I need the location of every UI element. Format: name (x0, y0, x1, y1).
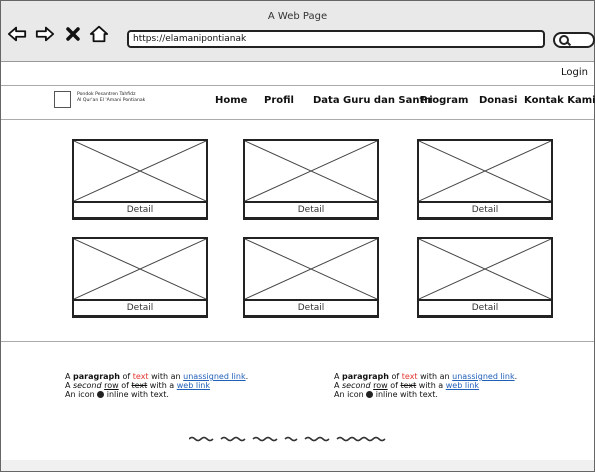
detail-button[interactable]: Detail (243, 299, 379, 318)
image-placeholder-icon (74, 141, 206, 201)
browser-window: A Web Page https://elamanipontianak Logi… (0, 0, 595, 472)
detail-button[interactable]: Detail (417, 299, 553, 318)
image-placeholder-icon (419, 141, 551, 201)
browser-toolbar: A Web Page https://elamanipontianak (1, 1, 595, 62)
home-icon[interactable] (89, 25, 109, 43)
brand-line-2: Al Qur'an El 'Amani Pontianak (77, 98, 146, 103)
footer-paragraph-right: A paragraph of text with an unassigned l… (334, 372, 517, 399)
image-placeholder (72, 237, 208, 301)
card: Detail (417, 139, 553, 220)
forward-arrow-icon[interactable] (35, 25, 55, 43)
unassigned-link[interactable]: unassigned link (452, 372, 514, 381)
card: Detail (243, 139, 379, 220)
paragraph-line-1: A paragraph of text with an unassigned l… (65, 372, 249, 381)
card: Detail (72, 237, 208, 318)
menu-home[interactable]: Home (215, 95, 247, 106)
footer-copyright-scribble (189, 436, 386, 442)
back-arrow-icon[interactable] (7, 25, 27, 43)
card-grid: Detail Detail Detail Detail Detail Detai… (1, 129, 594, 339)
image-placeholder-icon (245, 141, 377, 201)
image-placeholder (243, 139, 379, 203)
image-placeholder-icon (245, 239, 377, 299)
detail-button[interactable]: Detail (72, 299, 208, 318)
menu-profil[interactable]: Profil (264, 95, 294, 106)
detail-button[interactable]: Detail (72, 201, 208, 220)
site-footer: A paragraph of text with an unassigned l… (1, 341, 594, 461)
top-bar: Login (1, 62, 594, 86)
brand-name: Pondok Pesantren Tahfidz Al Qur'an El 'A… (77, 92, 145, 104)
menu-data-guru-santri[interactable]: Data Guru dan Santri (313, 95, 433, 106)
search-icon (559, 35, 569, 45)
site-header: Pondok Pesantren Tahfidz Al Qur'an El 'A… (1, 89, 595, 120)
card: Detail (243, 237, 379, 318)
window-title: A Web Page (267, 11, 328, 22)
image-placeholder (417, 237, 553, 301)
menu-kontak-kami[interactable]: Kontak Kami (524, 95, 595, 106)
paragraph-line-2: A second row of text with a web link (65, 381, 210, 390)
image-placeholder (72, 139, 208, 203)
web-link[interactable]: web link (177, 381, 210, 390)
card: Detail (72, 139, 208, 220)
unassigned-link[interactable]: unassigned link (183, 372, 245, 381)
paragraph-line-1: A paragraph of text with an unassigned l… (334, 372, 518, 381)
close-icon[interactable] (63, 25, 83, 43)
menu-program[interactable]: Program (420, 95, 468, 106)
image-placeholder (243, 237, 379, 301)
image-placeholder-icon (74, 239, 206, 299)
card: Detail (417, 237, 553, 318)
menu-donasi[interactable]: Donasi (479, 95, 517, 106)
login-link[interactable]: Login (561, 67, 588, 78)
web-link[interactable]: web link (446, 381, 479, 390)
paragraph-line-3: An icon inline with text. (65, 390, 169, 399)
logo[interactable] (54, 91, 71, 108)
footer-paragraph-left: A paragraph of text with an unassigned l… (65, 372, 248, 399)
status-bar (1, 460, 594, 471)
image-placeholder (417, 139, 553, 203)
address-bar[interactable]: https://elamanipontianak (127, 30, 545, 48)
detail-button[interactable]: Detail (417, 201, 553, 220)
search-button[interactable] (553, 32, 595, 48)
detail-button[interactable]: Detail (243, 201, 379, 220)
paragraph-line-3: An icon inline with text. (334, 390, 438, 399)
image-placeholder-icon (419, 239, 551, 299)
paragraph-line-2: A second row of text with a web link (334, 381, 479, 390)
